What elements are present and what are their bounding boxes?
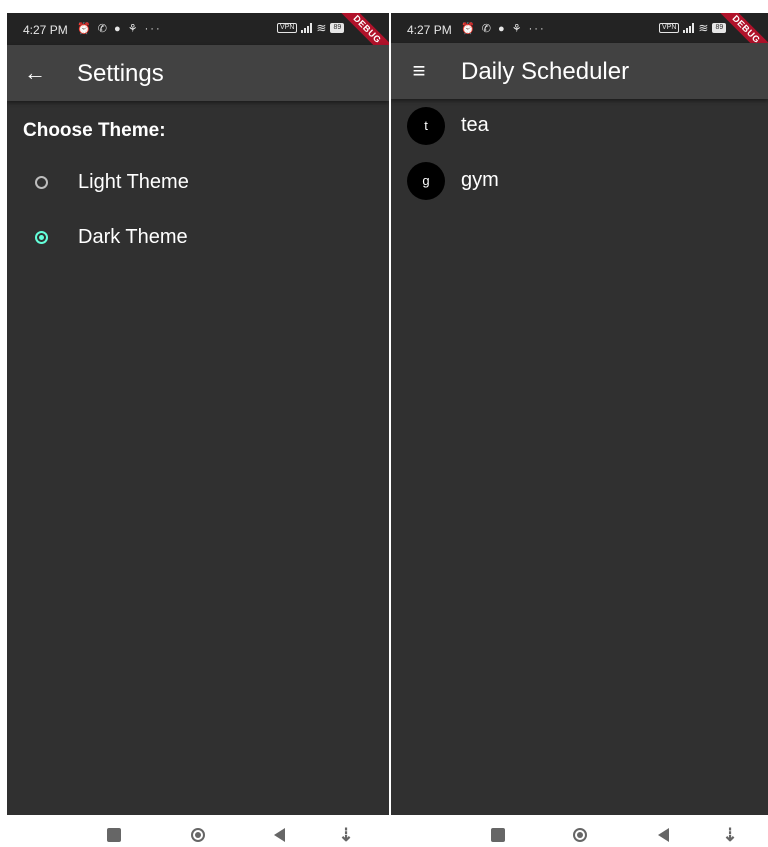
signal-icon bbox=[683, 23, 695, 33]
radio-label: Dark Theme bbox=[78, 226, 188, 248]
item-title: gym bbox=[461, 169, 499, 191]
triangle-back-icon bbox=[274, 828, 285, 842]
square-icon bbox=[107, 828, 121, 842]
triangle-back-icon bbox=[658, 828, 669, 842]
radio-unselected-icon[interactable] bbox=[35, 176, 48, 189]
wifi-icon: ≋ bbox=[316, 21, 327, 35]
home-button[interactable] bbox=[568, 823, 592, 847]
battery-icon: 89 bbox=[712, 23, 727, 33]
back-button[interactable] bbox=[268, 823, 292, 847]
vpn-icon: VPN bbox=[659, 23, 680, 33]
circle-icon bbox=[573, 828, 587, 842]
signal-icon bbox=[301, 23, 313, 33]
page-title: Settings bbox=[77, 60, 164, 87]
assistant-button[interactable]: ⇣ bbox=[718, 823, 742, 847]
circle-icon bbox=[191, 828, 205, 842]
recents-button[interactable] bbox=[102, 823, 126, 847]
radio-selected-icon[interactable] bbox=[35, 231, 48, 244]
back-button[interactable] bbox=[652, 823, 676, 847]
scheduler-screen: 4:27 PM ⏰ ✆ ● ⚘ ··· VPN ≋ 89 DEBUG ≡ Dai… bbox=[391, 13, 768, 815]
avatar: t bbox=[407, 107, 445, 145]
assistant-button[interactable]: ⇣ bbox=[334, 823, 358, 847]
app-bar: ← Settings bbox=[7, 45, 389, 101]
assistant-icon: ⇣ bbox=[338, 825, 354, 845]
section-title: Choose Theme: bbox=[23, 120, 166, 141]
notification-icons: ⏰ ✆ ● ⚘ ··· bbox=[461, 23, 546, 35]
settings-content: Choose Theme: Light Theme Dark Theme bbox=[7, 101, 389, 815]
avatar: g bbox=[407, 162, 445, 200]
vpn-icon: VPN bbox=[277, 23, 298, 33]
list-item[interactable]: t tea bbox=[391, 99, 768, 154]
page-title: Daily Scheduler bbox=[461, 58, 630, 85]
status-bar: 4:27 PM ⏰ ✆ ● ⚘ ··· VPN ≋ 89 DEBUG bbox=[7, 13, 389, 67]
settings-screen: 4:27 PM ⏰ ✆ ● ⚘ ··· VPN ≋ 89 DEBUG ← Set… bbox=[7, 13, 389, 815]
item-title: tea bbox=[461, 114, 489, 136]
notification-icons: ⏰ ✆ ● ⚘ ··· bbox=[77, 23, 162, 35]
status-icons-right: VPN ≋ 89 bbox=[277, 21, 345, 35]
battery-icon: 89 bbox=[330, 23, 345, 33]
home-button[interactable] bbox=[186, 823, 210, 847]
status-time: 4:27 PM bbox=[23, 23, 68, 37]
square-icon bbox=[491, 828, 505, 842]
status-icons-right: VPN ≋ 89 bbox=[659, 21, 727, 35]
list-item[interactable]: g gym bbox=[391, 154, 768, 209]
app-bar: ≡ Daily Scheduler bbox=[391, 43, 768, 99]
radio-option-dark-theme[interactable]: Dark Theme bbox=[7, 210, 389, 265]
wifi-icon: ≋ bbox=[698, 21, 709, 35]
system-nav-bar: ⇣ ⇣ bbox=[0, 815, 768, 847]
status-time: 4:27 PM bbox=[407, 23, 452, 37]
recents-button[interactable] bbox=[486, 823, 510, 847]
menu-icon[interactable]: ≡ bbox=[405, 57, 433, 85]
status-bar: 4:27 PM ⏰ ✆ ● ⚘ ··· VPN ≋ 89 DEBUG bbox=[391, 13, 768, 67]
schedule-list: t tea g gym bbox=[391, 99, 768, 815]
arrow-back-icon[interactable]: ← bbox=[21, 59, 49, 87]
radio-label: Light Theme bbox=[78, 171, 189, 193]
radio-option-light-theme[interactable]: Light Theme bbox=[7, 155, 389, 210]
assistant-icon: ⇣ bbox=[722, 825, 738, 845]
